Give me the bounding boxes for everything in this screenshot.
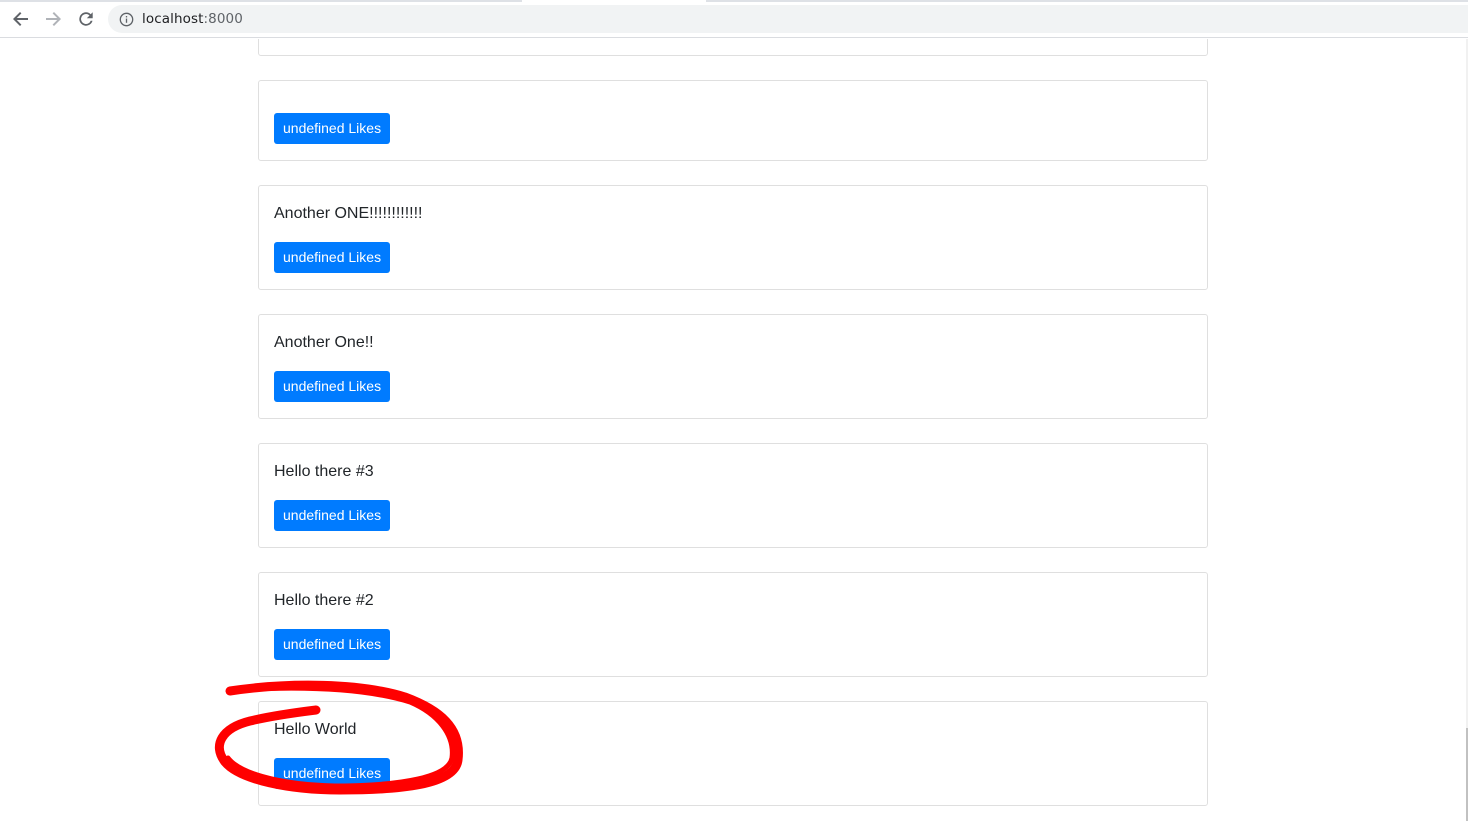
post-card: Another One!! undefined Likes bbox=[258, 314, 1208, 419]
back-arrow-icon bbox=[13, 12, 28, 26]
like-button[interactable]: undefined Likes bbox=[274, 758, 391, 789]
tab-strip-edge bbox=[0, 0, 522, 2]
post-title: Hello there #3 bbox=[274, 463, 374, 480]
post-title: Another One!! bbox=[274, 334, 374, 351]
reload-icon bbox=[79, 12, 93, 26]
post-title: Hello there #2 bbox=[274, 592, 374, 609]
forward-button[interactable] bbox=[40, 6, 66, 32]
address-bar[interactable]: localhost:8000 bbox=[108, 5, 1468, 33]
like-button[interactable]: undefined Likes bbox=[274, 242, 391, 273]
url-text: localhost:8000 bbox=[142, 11, 243, 27]
post-card: undefined Likes bbox=[258, 80, 1208, 161]
like-button[interactable]: undefined Likes bbox=[274, 113, 391, 144]
tab-strip-edge bbox=[706, 0, 1468, 2]
like-button[interactable]: undefined Likes bbox=[274, 371, 391, 402]
post-card: Hello World undefined Likes bbox=[258, 701, 1208, 806]
browser-toolbar: localhost:8000 bbox=[0, 0, 1468, 38]
url-port: :8000 bbox=[203, 11, 243, 27]
post-card: Hello there #3 undefined Likes bbox=[258, 443, 1208, 548]
back-button[interactable] bbox=[8, 6, 34, 32]
info-icon[interactable] bbox=[118, 11, 134, 27]
like-button[interactable]: undefined Likes bbox=[274, 500, 391, 531]
reload-button[interactable] bbox=[73, 6, 99, 32]
post-card: Another ONE!!!!!!!!!!!! undefined Likes bbox=[258, 185, 1208, 290]
like-button[interactable]: undefined Likes bbox=[274, 629, 391, 660]
page-content: undefined Likes Another ONE!!!!!!!!!!!! … bbox=[0, 39, 1466, 821]
post-card: Hello there #2 undefined Likes bbox=[258, 572, 1208, 677]
post-title: Hello World bbox=[274, 721, 357, 738]
post-title: Another ONE!!!!!!!!!!!! bbox=[274, 205, 423, 222]
forward-arrow-icon bbox=[46, 12, 61, 26]
url-host: localhost bbox=[142, 11, 204, 27]
post-card-partial bbox=[258, 39, 1208, 56]
